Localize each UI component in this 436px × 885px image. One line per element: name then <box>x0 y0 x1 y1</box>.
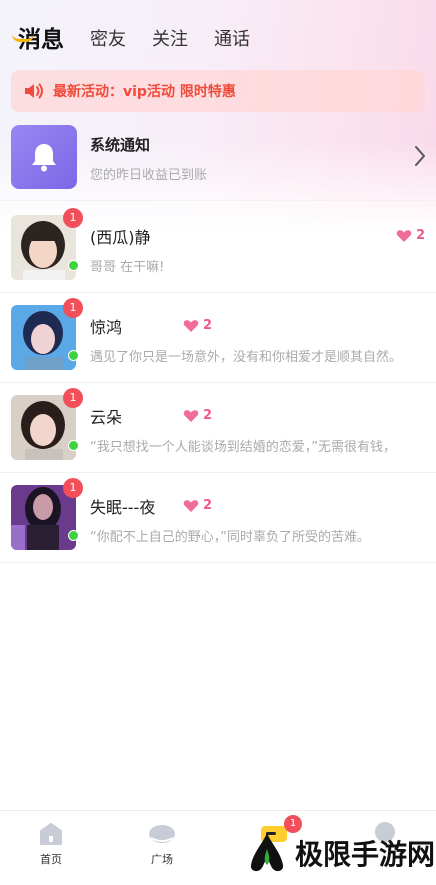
unread-badge: 1 <box>63 478 83 498</box>
last-message: 哥哥 在干嘛! <box>90 260 165 275</box>
online-indicator <box>68 440 79 451</box>
chevron-right-icon[interactable] <box>412 144 428 168</box>
plaza-icon <box>149 825 175 843</box>
unread-badge: 1 <box>63 298 83 318</box>
tab-following[interactable]: 关注 <box>152 26 188 54</box>
conversation-row[interactable]: 1 失眠---夜 2 “你配不上自己的野心，”同时辜负了所受的苦难。 <box>0 474 436 564</box>
contact-name: (西瓜)静 <box>90 228 151 247</box>
system-notification-icon-tile <box>11 125 77 189</box>
tab-close-friends[interactable]: 密友 <box>90 26 126 54</box>
nav-home-label: 首页 <box>40 853 62 866</box>
intimacy-badge: 2 <box>396 228 425 243</box>
system-notification-item[interactable]: 系统通知 您的昨日收益已到账 <box>0 122 436 192</box>
intimacy-badge: 2 <box>183 498 212 513</box>
intimacy-count: 2 <box>203 318 213 333</box>
speaker-icon <box>25 83 43 99</box>
last-message: “你配不上自己的野心，”同时辜负了所受的苦难。 <box>90 530 370 545</box>
notice-text: 最新活动：vip活动 限时特惠 <box>53 84 236 100</box>
nav-plaza-label: 广场 <box>151 853 173 866</box>
divider <box>0 472 436 473</box>
system-notification-title: 系统通知 <box>90 136 151 154</box>
divider <box>0 382 436 383</box>
intimacy-badge: 2 <box>183 408 212 423</box>
last-message: 遇见了你只是一场意外，没有和你相爱才是顺其自然。 <box>90 350 403 365</box>
conversation-row[interactable]: 1 (西瓜)静 2 哥哥 在干嘛! <box>0 204 436 294</box>
last-message: “我只想找一个人能谈场到结婚的恋爱，”无需很有钱， <box>90 440 396 455</box>
online-indicator <box>68 530 79 541</box>
intimacy-count: 2 <box>203 408 213 423</box>
conversation-row[interactable]: 1 云朵 2 “我只想找一个人能谈场到结婚的恋爱，”无需很有钱， <box>0 384 436 474</box>
watermark: 极限手游网 <box>245 831 435 875</box>
nav-home[interactable]: 首页 <box>21 821 81 871</box>
contact-name: 云朵 <box>90 408 123 427</box>
heart-icon <box>396 229 412 242</box>
divider <box>0 200 436 201</box>
logo-icon <box>250 833 284 872</box>
conversation-row[interactable]: 1 惊鸿 2 遇见了你只是一场意外，没有和你相爱才是顺其自然。 <box>0 294 436 384</box>
unread-badge: 1 <box>63 208 83 228</box>
nav-plaza[interactable]: 广场 <box>132 821 192 871</box>
intimacy-badge: 2 <box>183 318 212 333</box>
unread-badge: 1 <box>63 388 83 408</box>
heart-icon <box>183 409 199 422</box>
divider <box>0 562 436 563</box>
heart-icon <box>183 319 199 332</box>
system-notification-subtitle: 您的昨日收益已到账 <box>90 168 208 183</box>
online-indicator <box>68 350 79 361</box>
intimacy-count: 2 <box>416 228 426 243</box>
watermark-text: 极限手游网 <box>295 838 436 871</box>
tab-calls[interactable]: 通话 <box>214 26 250 54</box>
bell-icon <box>32 144 56 172</box>
intimacy-count: 2 <box>203 498 213 513</box>
contact-name: 失眠---夜 <box>90 498 156 517</box>
online-indicator <box>68 260 79 271</box>
heart-icon <box>183 499 199 512</box>
top-tabs: 消息 密友 关注 通话 <box>18 14 276 54</box>
activity-notice-banner[interactable]: 最新活动：vip活动 限时特惠 <box>11 70 425 112</box>
divider <box>0 292 436 293</box>
home-icon <box>40 823 62 845</box>
contact-name: 惊鸿 <box>90 318 123 337</box>
